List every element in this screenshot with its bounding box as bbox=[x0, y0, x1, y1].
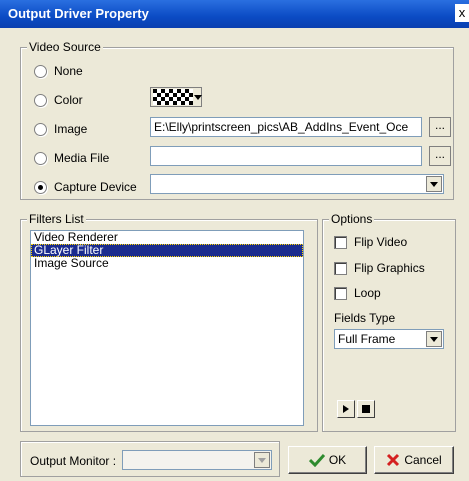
radio-media-file[interactable]: Media File bbox=[34, 149, 109, 167]
loop-checkbox[interactable] bbox=[334, 286, 347, 300]
image-path-field[interactable]: E:\Elly\printscreen_pics\AB_AddIns_Event… bbox=[150, 117, 422, 137]
media-file-browse-button[interactable]: ... bbox=[429, 146, 451, 166]
radio-capture-device-indicator[interactable] bbox=[34, 180, 47, 194]
radio-none-indicator[interactable] bbox=[34, 64, 47, 78]
ok-button[interactable]: OK bbox=[288, 446, 367, 474]
image-browse-button[interactable]: ... bbox=[429, 117, 451, 137]
video-source-legend: Video Source bbox=[27, 40, 103, 54]
radio-color[interactable]: Color bbox=[34, 91, 83, 109]
radio-color-label: Color bbox=[54, 93, 83, 107]
window-title: Output Driver Property bbox=[8, 6, 149, 21]
radio-media-file-indicator[interactable] bbox=[34, 151, 47, 165]
radio-capture-device[interactable]: Capture Device bbox=[34, 178, 137, 196]
stop-icon bbox=[362, 405, 370, 413]
fields-type-select[interactable]: Full Frame bbox=[334, 329, 444, 349]
filters-listbox[interactable]: Video Renderer GLayer Filter Image Sourc… bbox=[30, 230, 304, 426]
flip-graphics-label: Flip Graphics bbox=[354, 261, 425, 275]
filter-item-image-source[interactable]: Image Source bbox=[31, 257, 303, 270]
color-dropdown-arrow-icon[interactable] bbox=[194, 95, 202, 100]
ok-label: OK bbox=[328, 453, 347, 467]
close-button[interactable]: x bbox=[455, 4, 469, 22]
cancel-label: Cancel bbox=[404, 453, 442, 467]
fields-type-value: Full Frame bbox=[338, 332, 396, 346]
loop-label: Loop bbox=[354, 286, 381, 300]
flip-graphics-checkbox[interactable] bbox=[334, 261, 347, 275]
radio-image-label: Image bbox=[54, 122, 88, 136]
radio-none-label: None bbox=[54, 64, 83, 78]
filters-list-legend: Filters List bbox=[27, 212, 86, 226]
cancel-x-icon bbox=[387, 453, 400, 467]
media-file-field[interactable] bbox=[150, 146, 422, 166]
radio-image-indicator[interactable] bbox=[34, 122, 47, 136]
radio-capture-device-label: Capture Device bbox=[54, 180, 137, 194]
options-legend: Options bbox=[329, 212, 375, 226]
capture-device-select[interactable] bbox=[150, 174, 444, 194]
output-monitor-select[interactable] bbox=[122, 450, 272, 470]
flip-video-checkbox-row[interactable]: Flip Video bbox=[334, 234, 407, 250]
stop-button[interactable] bbox=[357, 400, 375, 418]
radio-none[interactable]: None bbox=[34, 62, 83, 80]
fields-type-label: Fields Type bbox=[334, 311, 396, 325]
flip-graphics-checkbox-row[interactable]: Flip Graphics bbox=[334, 260, 425, 276]
output-driver-dialog: Output Driver Property x Video Source No… bbox=[0, 0, 469, 481]
title-bar[interactable]: Output Driver Property x bbox=[0, 0, 469, 28]
cancel-button[interactable]: Cancel bbox=[374, 446, 454, 474]
flip-video-checkbox[interactable] bbox=[334, 235, 347, 249]
flip-video-label: Flip Video bbox=[354, 235, 408, 249]
play-icon bbox=[343, 405, 349, 413]
radio-color-indicator[interactable] bbox=[34, 93, 47, 107]
color-picker[interactable] bbox=[150, 87, 202, 107]
output-monitor-label: Output Monitor : bbox=[30, 454, 117, 468]
checker-pattern-icon bbox=[153, 89, 193, 105]
radio-image[interactable]: Image bbox=[34, 120, 87, 138]
radio-media-file-label: Media File bbox=[54, 151, 110, 165]
loop-checkbox-row[interactable]: Loop bbox=[334, 285, 381, 301]
output-monitor-dropdown-icon[interactable] bbox=[254, 452, 270, 468]
capture-device-dropdown-icon[interactable] bbox=[426, 176, 442, 192]
fields-type-dropdown-icon[interactable] bbox=[426, 331, 442, 347]
play-button[interactable] bbox=[337, 400, 355, 418]
check-icon bbox=[308, 453, 325, 467]
